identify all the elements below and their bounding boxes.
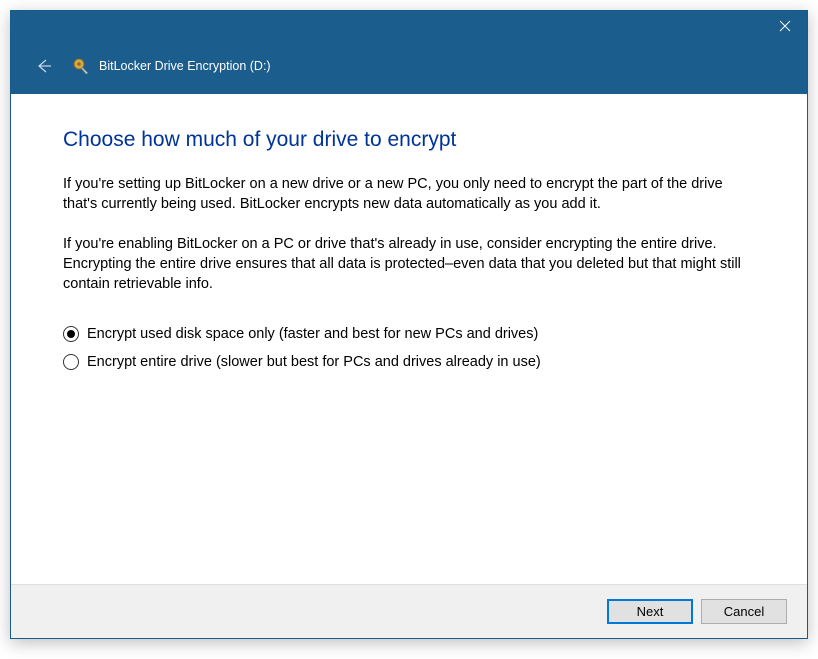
next-button[interactable]: Next [607,599,693,624]
bitlocker-icon [71,56,91,76]
content-area: Choose how much of your drive to encrypt… [11,94,807,584]
back-arrow-icon [33,56,53,76]
back-button[interactable] [29,52,57,80]
radio-selected-dot [67,330,75,338]
cancel-button[interactable]: Cancel [701,599,787,624]
dialog-footer: Next Cancel [11,584,807,638]
page-heading: Choose how much of your drive to encrypt [63,128,755,152]
radio-group: Encrypt used disk space only (faster and… [63,326,755,370]
titlebar: BitLocker Drive Encryption (D:) [11,11,807,94]
titlebar-title: BitLocker Drive Encryption (D:) [99,59,271,73]
radio-option-used-space[interactable]: Encrypt used disk space only (faster and… [63,326,755,342]
dialog-window: BitLocker Drive Encryption (D:) Choose h… [10,10,808,639]
radio-indicator [63,354,79,370]
radio-indicator [63,326,79,342]
close-button[interactable] [762,11,807,41]
radio-label: Encrypt used disk space only (faster and… [87,326,538,342]
radio-option-entire-drive[interactable]: Encrypt entire drive (slower but best fo… [63,354,755,370]
close-icon [779,20,791,32]
info-paragraph-1: If you're setting up BitLocker on a new … [63,174,755,214]
info-paragraph-2: If you're enabling BitLocker on a PC or … [63,234,755,294]
radio-label: Encrypt entire drive (slower but best fo… [87,354,541,370]
